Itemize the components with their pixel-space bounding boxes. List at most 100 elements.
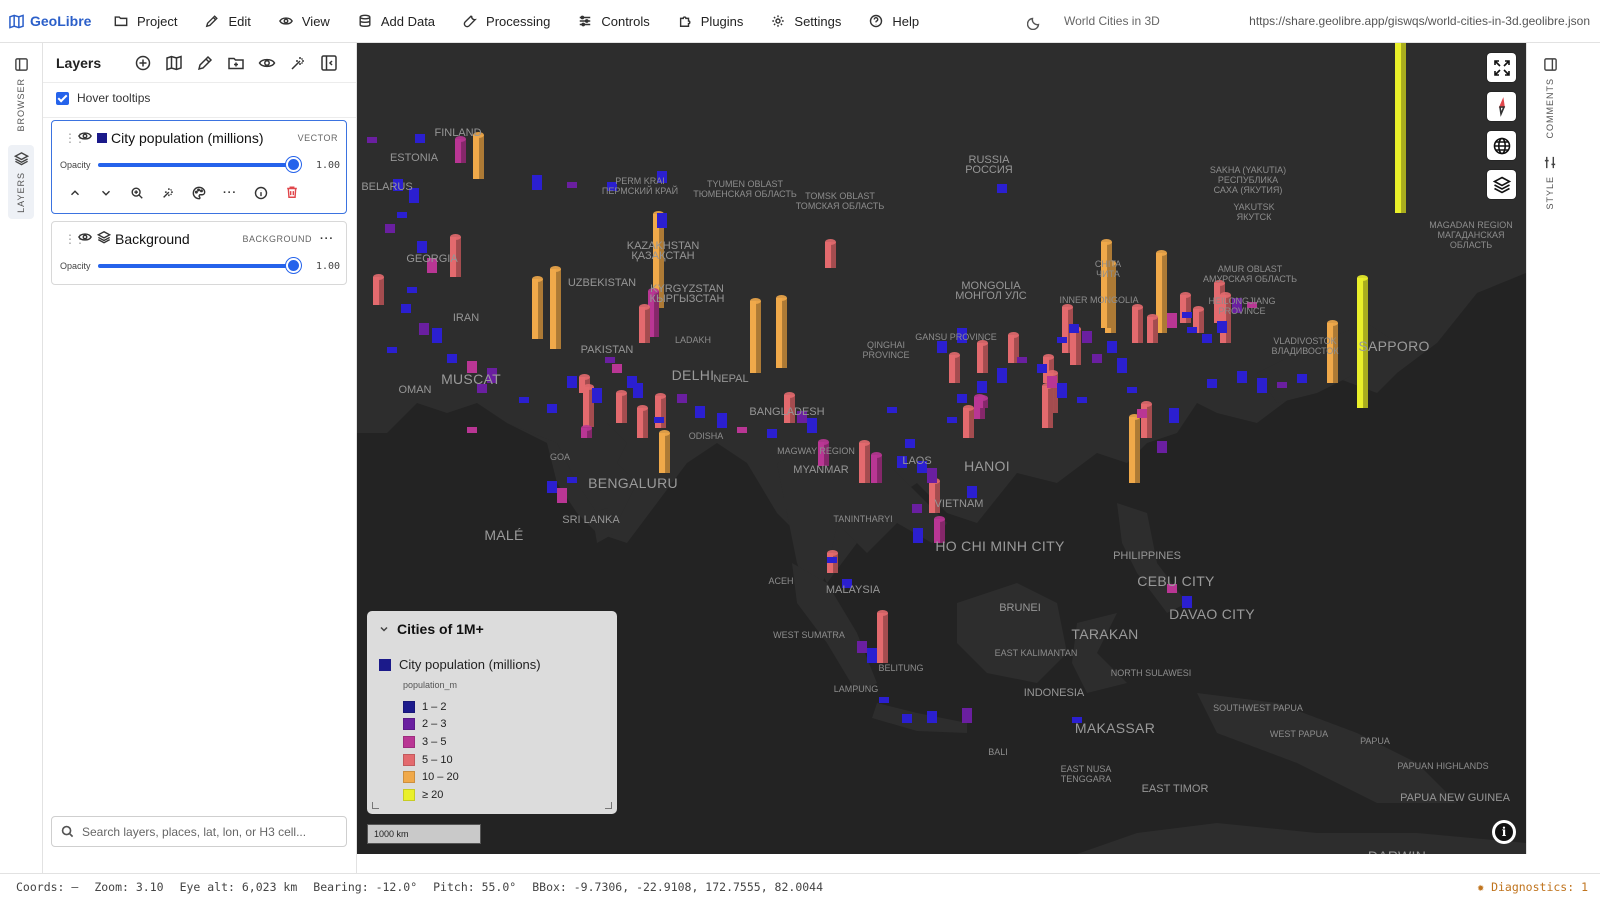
population-bar[interactable] [473, 132, 484, 179]
population-bar-small[interactable] [592, 388, 602, 403]
population-bar-small[interactable] [1057, 337, 1067, 343]
comments-tab[interactable]: COMMENTS [1537, 57, 1563, 139]
population-bar-small[interactable] [1187, 327, 1197, 333]
identify-icon[interactable] [161, 186, 175, 200]
population-bar[interactable] [639, 304, 650, 343]
population-bar-small[interactable] [633, 383, 643, 398]
menu-help[interactable]: Help [855, 0, 933, 43]
move-down-icon[interactable] [99, 186, 113, 200]
population-bar-small[interactable] [387, 347, 397, 353]
population-bar-small[interactable] [1182, 312, 1192, 318]
menu-view[interactable]: View [265, 0, 344, 43]
globe-button[interactable] [1487, 131, 1516, 160]
layers-tab[interactable]: LAYERS [8, 145, 34, 219]
population-bar-small[interactable] [947, 417, 957, 423]
population-bar-small[interactable] [957, 394, 967, 403]
menu-add-data[interactable]: Add Data [344, 0, 449, 43]
population-bar-small[interactable] [997, 368, 1007, 383]
population-bar-small[interactable] [867, 648, 877, 663]
population-bar-small[interactable] [407, 287, 417, 293]
population-bar-small[interactable] [695, 406, 705, 418]
population-bar-small[interactable] [1257, 378, 1267, 393]
population-bar-small[interactable] [717, 413, 727, 428]
population-bar-small[interactable] [927, 468, 937, 483]
population-bar[interactable] [859, 440, 870, 483]
add-layer-icon[interactable] [134, 54, 152, 72]
population-bar-small[interactable] [1107, 341, 1117, 353]
population-bar[interactable] [1101, 239, 1112, 328]
menu-plugins[interactable]: Plugins [664, 0, 758, 43]
population-bar-small[interactable] [902, 714, 912, 723]
population-bar-small[interactable] [612, 364, 622, 373]
style-palette-icon[interactable] [192, 186, 206, 200]
population-bar[interactable] [977, 395, 988, 408]
population-bar-small[interactable] [905, 439, 915, 448]
population-bar[interactable] [1147, 314, 1158, 343]
population-bar[interactable] [1180, 292, 1191, 323]
population-bar[interactable] [532, 276, 543, 339]
hover-tooltips-checkbox[interactable] [56, 91, 69, 105]
population-bar-small[interactable] [432, 328, 442, 343]
population-bar[interactable] [455, 136, 466, 163]
population-bar-small[interactable] [937, 341, 947, 353]
hover-tooltips-row[interactable]: Hover tooltips [43, 83, 356, 113]
population-bar-small[interactable] [807, 418, 817, 433]
population-bar-small[interactable] [567, 477, 577, 483]
population-bar-small[interactable] [1277, 382, 1287, 388]
population-bar[interactable] [877, 610, 888, 663]
legend-header[interactable]: Cities of 1M+ [379, 621, 605, 637]
population-bar[interactable] [871, 452, 882, 483]
population-bar-small[interactable] [737, 427, 747, 433]
population-bar-small[interactable] [977, 381, 987, 393]
population-bar-small[interactable] [1157, 441, 1167, 453]
population-bar-small[interactable] [1092, 354, 1102, 363]
attribution-button[interactable]: i [1492, 820, 1516, 844]
population-bar[interactable] [1129, 414, 1140, 483]
app-brand[interactable]: GeoLibre [0, 13, 100, 29]
population-bar-small[interactable] [654, 417, 664, 423]
opacity-slider[interactable] [98, 258, 301, 273]
population-bar-small[interactable] [1169, 408, 1179, 423]
population-bar-small[interactable] [467, 427, 477, 433]
population-bar-small[interactable] [1202, 334, 1212, 343]
population-bar-small[interactable] [1167, 313, 1177, 328]
slider-thumb[interactable] [286, 157, 301, 172]
slider-thumb[interactable] [286, 258, 301, 273]
population-bar-small[interactable] [1117, 358, 1127, 373]
drag-handle-icon[interactable]: ⋮⋮ [64, 131, 86, 145]
layer-card-city-population[interactable]: ⋮⋮ City population (millions) VECTOR Opa… [51, 120, 347, 214]
population-bar-small[interactable] [1017, 357, 1027, 363]
population-bar-small[interactable] [519, 397, 529, 403]
layer-switcher-button[interactable] [1487, 170, 1516, 199]
population-bar-small[interactable] [567, 376, 577, 388]
population-bar[interactable] [373, 274, 384, 305]
move-up-icon[interactable] [68, 186, 82, 200]
population-bar-small[interactable] [415, 134, 425, 143]
layer-name[interactable]: City population (millions) [111, 130, 298, 146]
population-bar-small[interactable] [547, 404, 557, 413]
population-bar[interactable] [581, 425, 592, 438]
population-bar-small[interactable] [927, 711, 937, 723]
population-bar-small[interactable] [1207, 379, 1217, 388]
diagnostics-indicator[interactable]: ✹ Diagnostics: 1 [1477, 880, 1588, 894]
population-bar[interactable] [963, 405, 974, 438]
effects-icon[interactable] [289, 54, 307, 72]
fullscreen-button[interactable] [1487, 53, 1516, 82]
population-bar-small[interactable] [567, 182, 577, 188]
population-bar-small[interactable] [605, 357, 615, 363]
population-bar-small[interactable] [677, 394, 687, 403]
layer-search[interactable] [51, 816, 347, 847]
chevron-down-icon[interactable] [379, 624, 389, 634]
resize-handle[interactable] [605, 802, 612, 809]
population-bar-small[interactable] [857, 641, 867, 653]
population-bar[interactable] [616, 390, 627, 423]
population-bar-small[interactable] [367, 137, 377, 143]
map-legend[interactable]: Cities of 1M+ City population (millions)… [367, 611, 617, 814]
population-bar-small[interactable] [557, 488, 567, 503]
more-options-icon[interactable]: ··· [320, 233, 334, 245]
delete-layer-button[interactable] [285, 185, 299, 202]
population-bar[interactable] [1395, 43, 1406, 213]
layer-name[interactable]: Background [115, 231, 242, 247]
collapse-panel-icon[interactable] [320, 54, 338, 72]
moon-icon[interactable] [1027, 14, 1043, 30]
